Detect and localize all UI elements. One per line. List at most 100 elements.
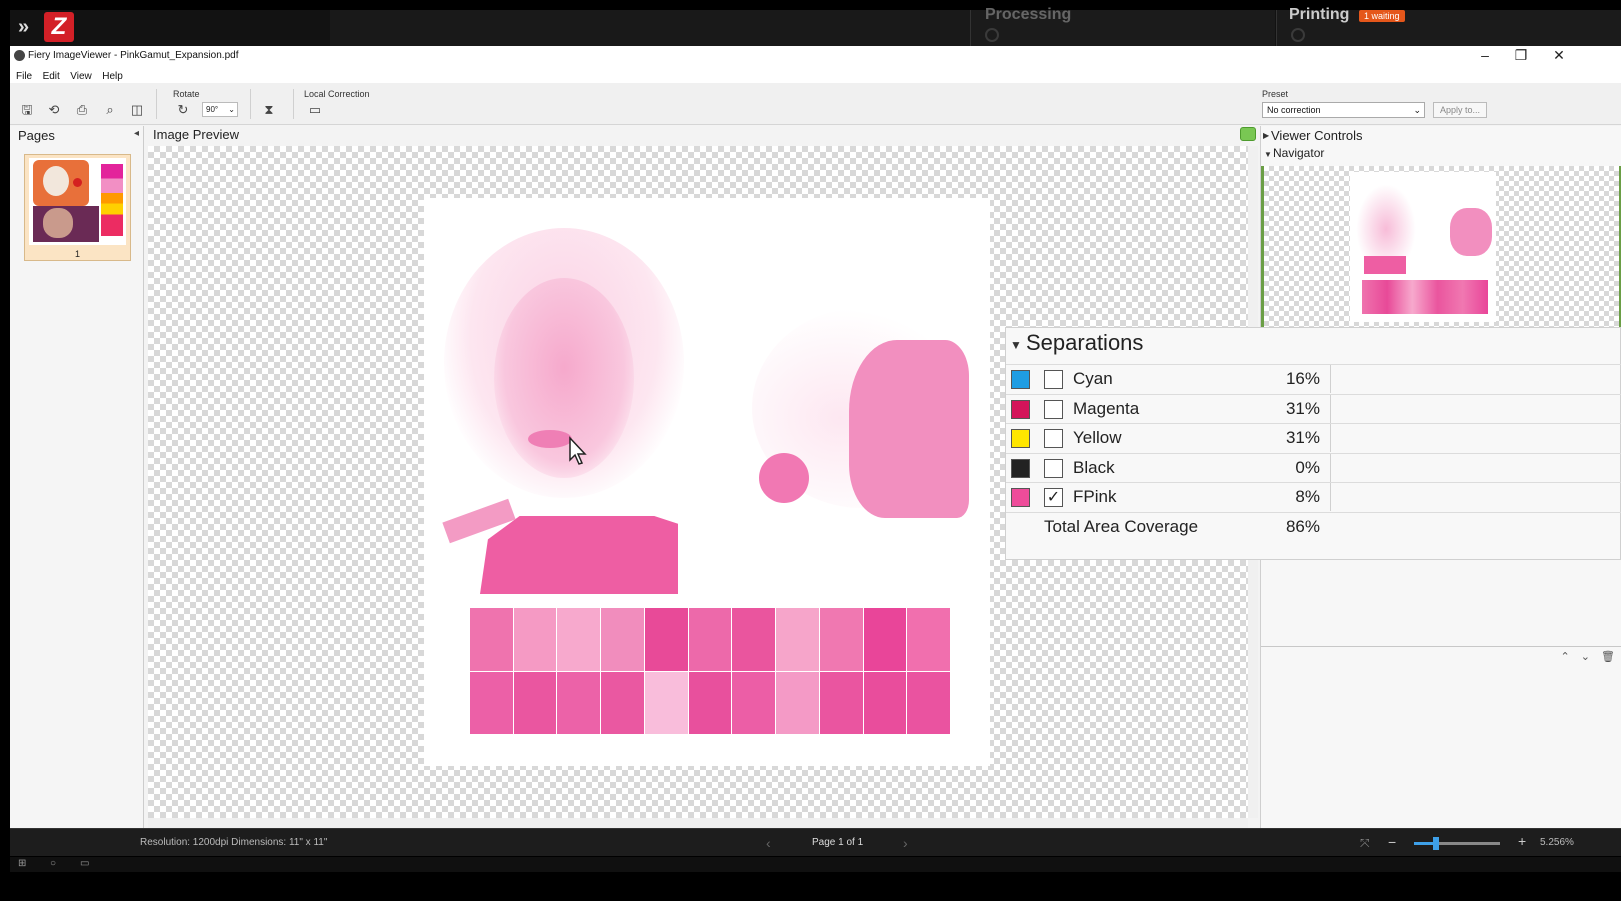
zoom-slider[interactable] <box>1414 837 1500 850</box>
next-page-icon[interactable]: › <box>903 835 908 851</box>
swatch <box>601 608 644 671</box>
separation-name: Yellow <box>1073 428 1122 447</box>
fit-to-window-icon[interactable]: ⤧ <box>1360 836 1370 851</box>
page-indicator: Page 1 of 1 <box>812 837 864 848</box>
swatch <box>819 608 863 671</box>
separation-color-chip <box>1011 429 1030 448</box>
zoom-in-button[interactable]: + <box>1518 833 1526 849</box>
chevron-down-icon: ⌄ <box>228 105 235 114</box>
separation-checkbox[interactable] <box>1044 370 1063 389</box>
double-chevron-right-icon[interactable]: » <box>18 16 29 39</box>
minimize-button[interactable]: – <box>1470 47 1500 63</box>
windows-start-icon[interactable]: ⊞ <box>18 858 26 869</box>
swatch <box>776 608 819 671</box>
horizontal-scrollbar[interactable] <box>148 818 1248 828</box>
swatch <box>644 671 688 734</box>
image-preview-title: Image Preview <box>153 127 239 142</box>
task-view-icon[interactable]: ▭ <box>80 858 89 869</box>
navigator-viewport[interactable] <box>1261 166 1621 328</box>
separation-row-black[interactable]: Black 0% <box>1006 452 1621 482</box>
separation-row-fpink[interactable]: ✓ FPink 8% <box>1006 482 1621 511</box>
separation-checkbox[interactable]: ✓ <box>1044 488 1063 507</box>
zoom-out-button[interactable]: − <box>1388 834 1396 850</box>
separation-row-magenta[interactable]: Magenta 31% <box>1006 393 1621 423</box>
swatch <box>907 671 950 734</box>
menu-file[interactable]: File <box>16 71 32 82</box>
page-thumbnail-image <box>29 158 126 245</box>
chevron-down-icon[interactable]: ⌄ <box>1581 651 1590 663</box>
window-titlebar: Fiery ImageViewer - PinkGamut_Expansion.… <box>10 46 1621 66</box>
separation-row-cyan[interactable]: Cyan 16% <box>1006 364 1621 393</box>
printing-label: Printing <box>1289 6 1350 23</box>
print-icon[interactable]: ⎙ <box>74 102 90 118</box>
previous-page-icon[interactable]: ‹ <box>766 835 771 851</box>
separation-checkbox[interactable] <box>1044 399 1063 419</box>
resolution-dimensions-text: Resolution: 1200dpi Dimensions: 11" x 11… <box>140 837 328 848</box>
restore-button[interactable]: ❐ <box>1506 47 1536 64</box>
collapse-triangle-icon[interactable]: ▼ <box>1010 338 1022 352</box>
separation-checkbox[interactable] <box>1044 458 1063 478</box>
apply-to-button[interactable]: Apply to... <box>1433 102 1487 118</box>
window-title: Fiery ImageViewer - PinkGamut_Expansion.… <box>28 50 239 61</box>
preset-label: Preset <box>1262 89 1289 99</box>
collapse-left-icon[interactable]: ◂ <box>134 128 139 139</box>
trash-icon[interactable]: 🗑 <box>1601 651 1615 663</box>
separation-color-chip <box>1011 488 1030 507</box>
menu-edit[interactable]: Edit <box>43 71 60 82</box>
preset-select[interactable]: No correction ⌄ <box>1262 102 1425 118</box>
right-image-pink-shape <box>849 340 969 518</box>
swatch <box>470 608 513 671</box>
toolbar-divider <box>293 89 294 119</box>
page-thumbnail-number: 1 <box>74 249 80 259</box>
save-icon[interactable]: 🖫 <box>19 102 35 118</box>
status-bar: Resolution: 1200dpi Dimensions: 11" x 11… <box>10 828 1621 856</box>
total-area-coverage-value: 86% <box>1285 517 1320 536</box>
separation-row-yellow[interactable]: Yellow 31% <box>1006 423 1621 452</box>
column-divider <box>1330 365 1331 393</box>
expand-triangle-icon[interactable]: ▶ <box>1263 131 1269 140</box>
separation-percentage: 16% <box>1285 369 1320 388</box>
collapse-triangle-icon[interactable]: ▼ <box>1264 150 1272 159</box>
separation-name: Cyan <box>1073 369 1113 388</box>
processing-queue[interactable]: Processing <box>970 6 1275 46</box>
swatch <box>513 608 557 671</box>
rotate-icon[interactable]: ↻ <box>175 102 191 118</box>
separation-percentage: 8% <box>1295 487 1320 506</box>
swatch <box>907 608 950 671</box>
close-button[interactable]: ✕ <box>1544 47 1574 64</box>
swatch <box>863 608 907 671</box>
separation-name: Magenta <box>1073 398 1140 418</box>
local-correction-icon[interactable]: ▭ <box>307 102 323 118</box>
toolbar-divider <box>250 89 251 119</box>
viewer-controls-title[interactable]: Viewer Controls <box>1271 128 1363 143</box>
chevron-up-icon[interactable]: ⌃ <box>1560 651 1569 663</box>
rotate-angle-value: 90° <box>206 105 219 114</box>
separation-checkbox[interactable] <box>1044 429 1063 448</box>
page-thumbnail[interactable]: 1 <box>24 154 131 261</box>
total-area-coverage-label: Total Area Coverage <box>1044 517 1199 536</box>
rotate-angle-select[interactable]: 90° ⌄ <box>202 102 238 117</box>
right-image-sphere <box>759 453 809 503</box>
compare-icon[interactable]: ◫ <box>129 102 145 118</box>
menu-view[interactable]: View <box>70 71 92 82</box>
total-area-coverage-row: Total Area Coverage 86% <box>1006 512 1621 541</box>
search-icon[interactable]: ○ <box>50 858 56 869</box>
menu-help[interactable]: Help <box>102 71 123 82</box>
separation-percentage: 31% <box>1285 398 1320 418</box>
os-taskbar: ⊞ ○ ▭ <box>10 857 1621 872</box>
flip-icon[interactable]: ⧗ <box>261 102 277 118</box>
swatch <box>557 608 601 671</box>
navigator-title[interactable]: Navigator <box>1273 146 1324 160</box>
printing-waiting-badge: 1 waiting <box>1359 10 1405 22</box>
app-icon <box>14 50 25 61</box>
chevron-down-icon: ⌄ <box>1413 105 1421 115</box>
swatch <box>513 671 557 734</box>
printing-queue[interactable]: Printing 1 waiting <box>1276 6 1621 46</box>
fiery-command-bar: » Z Processing Printing 1 waiting <box>10 6 1621 46</box>
rotate-label: Rotate <box>173 89 200 99</box>
eye-icon[interactable] <box>1240 127 1256 141</box>
history-icon[interactable]: ⟲ <box>46 102 62 118</box>
swatch <box>470 671 513 734</box>
zoom-icon[interactable]: ⌕ <box>102 102 118 118</box>
zoom-slider-thumb[interactable] <box>1432 837 1439 850</box>
